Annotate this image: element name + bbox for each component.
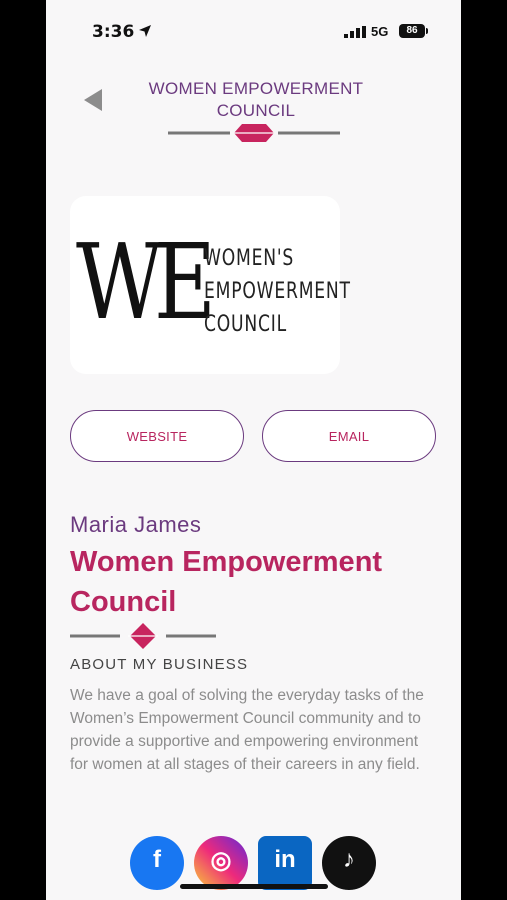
- logo-text-line2: EMPOWERMENT: [204, 279, 351, 304]
- page-title-line1: WOMEN EMPOWERMENT: [148, 79, 364, 98]
- tiktok-glyph: ♪: [343, 846, 355, 873]
- facebook-icon[interactable]: f: [130, 836, 184, 890]
- page-title: WOMEN EMPOWERMENT COUNCIL: [116, 78, 396, 122]
- back-arrow-icon[interactable]: [82, 88, 104, 112]
- logo-text-line1: WOMEN'S: [204, 246, 295, 271]
- business-name: Women Empowerment Council: [70, 542, 440, 622]
- logo-wordmark: WOMEN'S EMPOWERMENT COUNCIL: [204, 242, 351, 341]
- instagram-icon[interactable]: ◎: [194, 836, 248, 890]
- linkedin-glyph: in: [274, 846, 296, 873]
- logo-text-line3: COUNCIL: [204, 312, 287, 337]
- logo-monogram: WE: [76, 221, 216, 343]
- about-description: We have a goal of solving the everyday t…: [70, 687, 424, 773]
- app-screen: 3:36 5G 86 WOMEN EMPOWERMENT COUNCIL WE …: [46, 0, 461, 900]
- home-indicator[interactable]: [180, 884, 328, 889]
- instagram-glyph: ◎: [210, 847, 232, 874]
- linkedin-icon[interactable]: in: [258, 836, 312, 890]
- person-name: Maria James: [70, 512, 202, 537]
- business-diamond-divider: [70, 623, 216, 649]
- header-diamond-divider: [168, 124, 340, 142]
- business-logo-card: WE WOMEN'S EMPOWERMENT COUNCIL: [70, 196, 350, 374]
- cellular-signal-icon: [344, 26, 366, 38]
- status-bar: 3:36 5G 86: [46, 18, 461, 48]
- email-button[interactable]: EMAIL: [262, 410, 436, 462]
- location-arrow-icon: [139, 25, 151, 37]
- tiktok-icon[interactable]: ♪: [322, 836, 376, 890]
- network-type: 5G: [371, 24, 389, 39]
- business-name-line2: Council: [70, 586, 177, 618]
- website-button[interactable]: WEBSITE: [70, 410, 244, 462]
- business-name-line1: Women Empowerment: [70, 546, 383, 578]
- about-heading: ABOUT MY BUSINESS: [70, 656, 249, 673]
- page-title-line2: COUNCIL: [216, 101, 296, 120]
- battery-tip: [426, 28, 428, 34]
- battery-icon: 86: [399, 24, 425, 38]
- status-time: 3:36: [92, 22, 135, 42]
- facebook-glyph: f: [153, 846, 161, 873]
